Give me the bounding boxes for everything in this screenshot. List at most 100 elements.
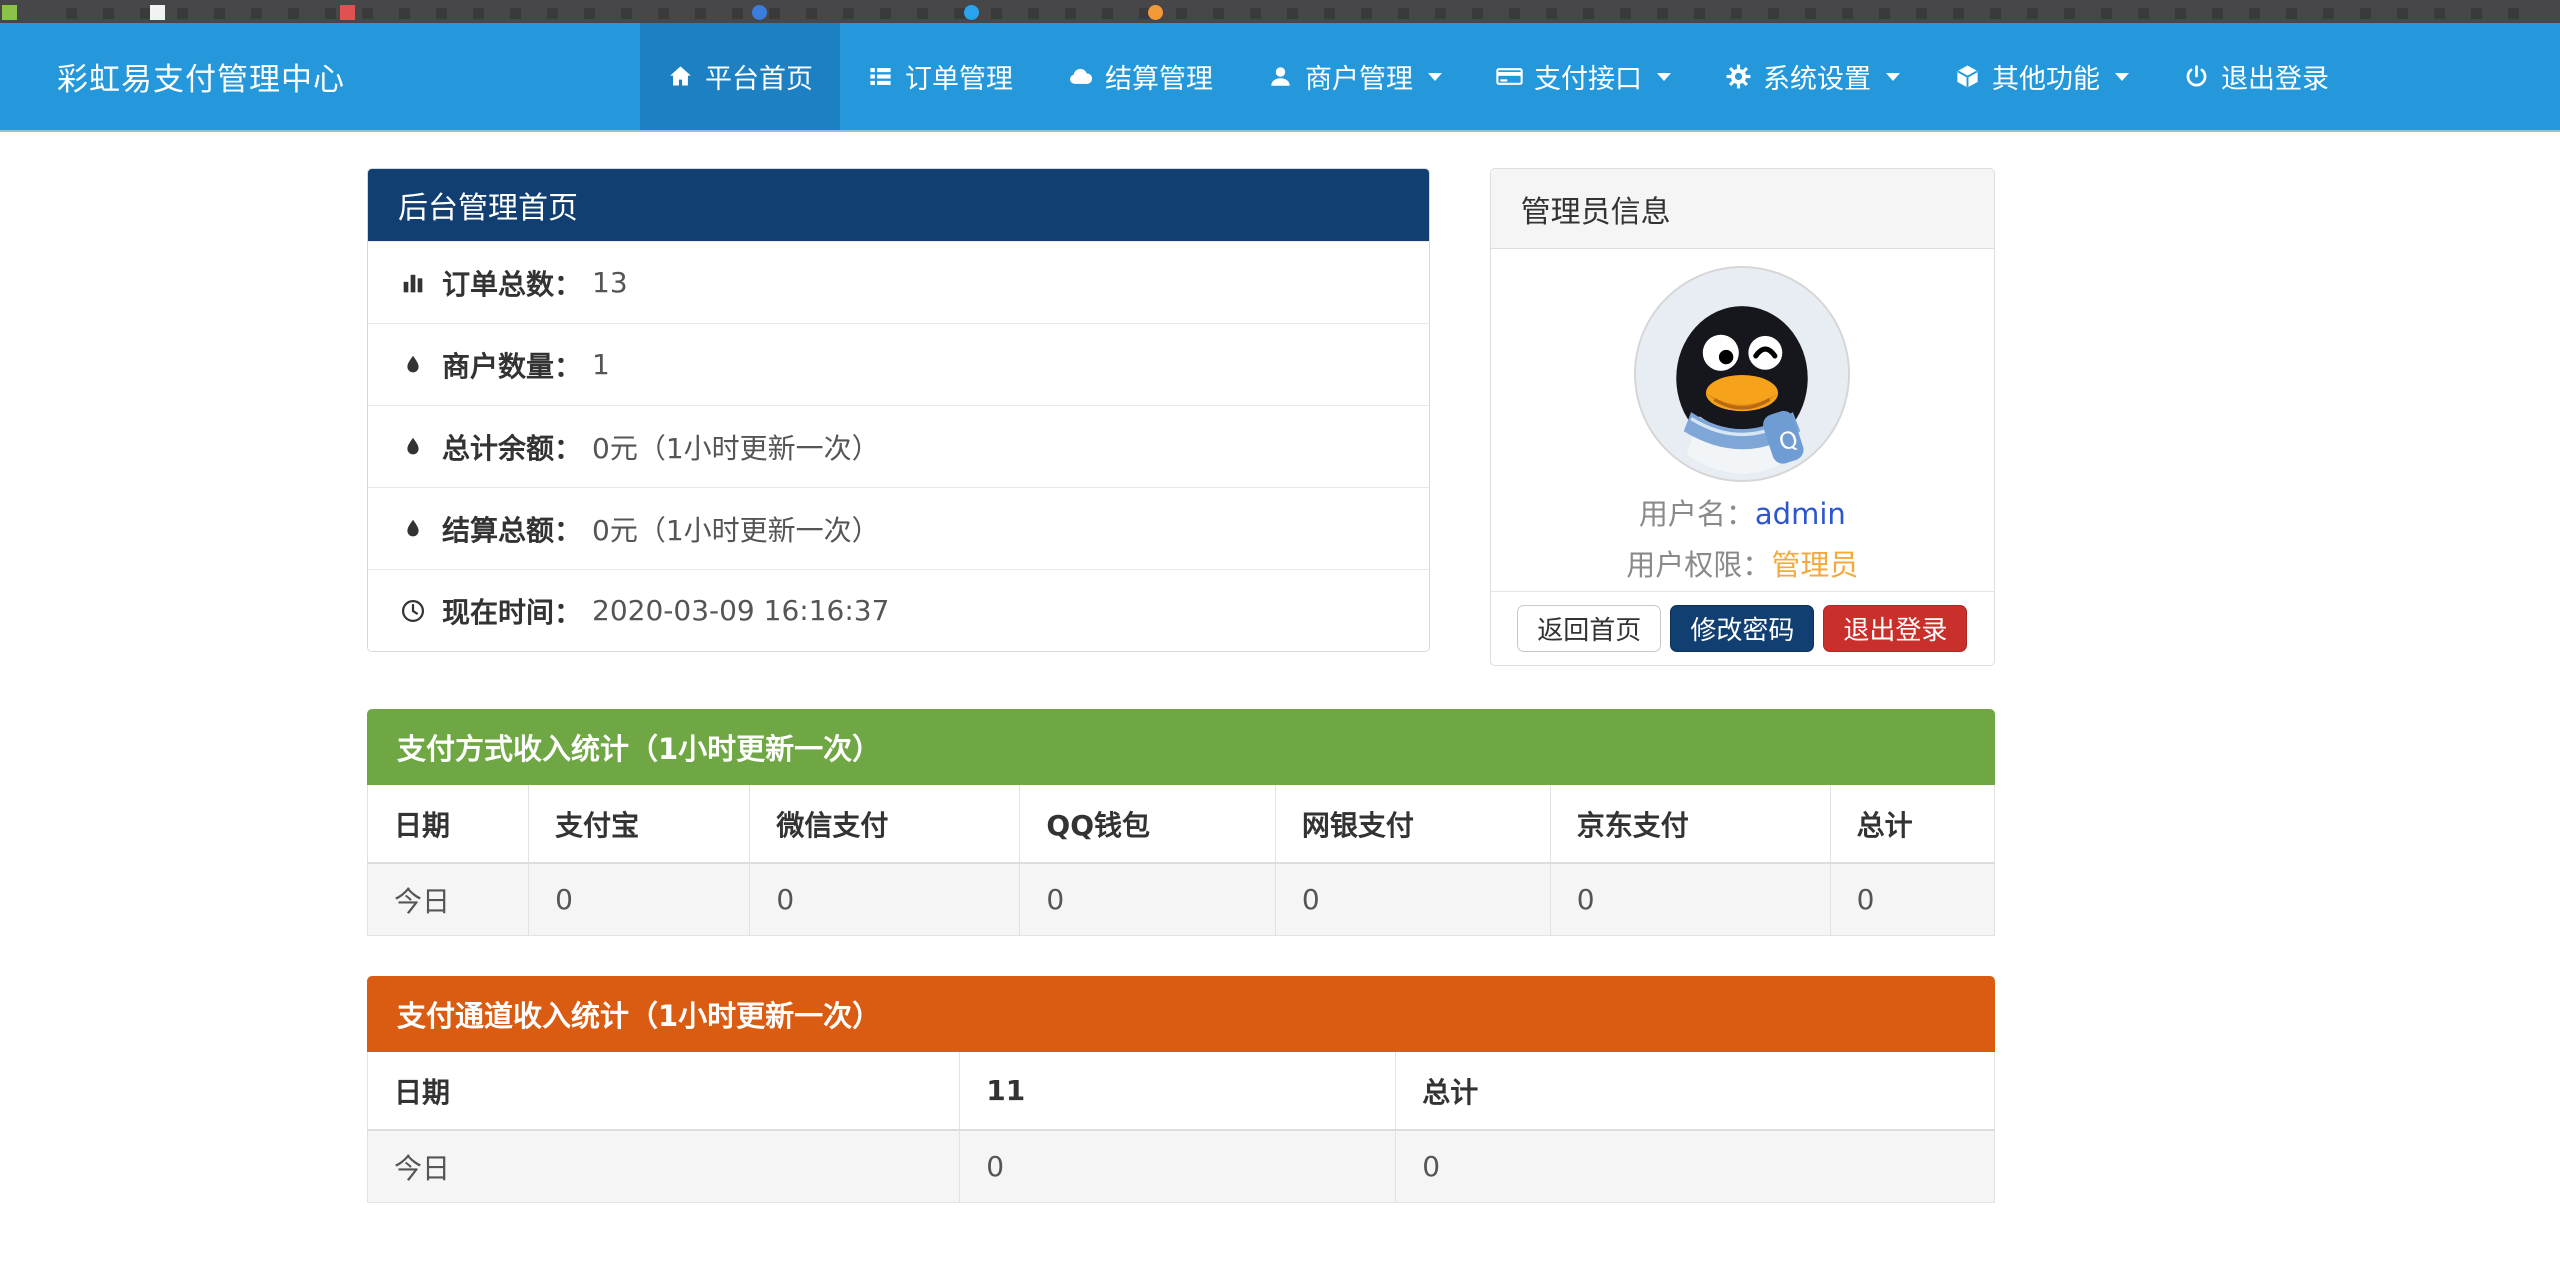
browser-strip — [0, 0, 2560, 23]
nav-item-platform-home[interactable]: 平台首页 — [640, 23, 840, 130]
table-row: 今日 0 0 — [368, 1130, 1995, 1203]
change-password-button[interactable]: 修改密码 — [1670, 605, 1814, 652]
table-header-cell: 京东支付 — [1550, 785, 1830, 863]
main-nav: 平台首页 订单管理 结算管理 商户管理 支付接口 系统设置 其他功能 — [640, 23, 2356, 130]
username-line: 用户名：admin — [1491, 491, 1994, 533]
favicon — [340, 5, 355, 20]
logout-button[interactable]: 退出登录 — [1823, 605, 1967, 652]
stat-value: 1 — [592, 348, 610, 381]
stat-row-current-time: 现在时间： 2020-03-09 16:16:37 — [368, 569, 1429, 651]
credit-card-icon — [1496, 63, 1523, 90]
table-cell: 0 — [1830, 863, 1994, 936]
stat-value: 0元（1小时更新一次） — [592, 509, 880, 549]
droplet-icon — [398, 351, 428, 379]
favicon — [2, 5, 17, 20]
table-header-cell: 支付宝 — [529, 785, 750, 863]
table-header-cell: 11 — [960, 1052, 1396, 1130]
user-icon — [1267, 63, 1294, 90]
role-line: 用户权限：管理员 — [1491, 542, 1994, 584]
list-icon — [867, 63, 894, 90]
table-cell: 0 — [1396, 1130, 1995, 1203]
back-home-button[interactable]: 返回首页 — [1517, 605, 1661, 652]
stat-label: 订单总数： — [442, 263, 582, 303]
favicon — [752, 5, 767, 20]
chevron-down-icon — [1428, 73, 1442, 81]
pay-channel-stats-title: 支付通道收入统计（1小时更新一次） — [367, 976, 1995, 1052]
droplet-icon — [398, 433, 428, 461]
nav-item-system-settings[interactable]: 系统设置 — [1698, 23, 1927, 130]
username-link[interactable]: admin — [1755, 497, 1846, 531]
stat-row-order-total: 订单总数： 13 — [368, 241, 1429, 323]
nav-item-label: 平台首页 — [705, 57, 813, 96]
stat-label: 商户数量： — [442, 345, 582, 385]
nav-item-label: 结算管理 — [1105, 57, 1213, 96]
chevron-down-icon — [2115, 73, 2129, 81]
favicon — [150, 5, 165, 20]
table-cell: 0 — [750, 863, 1020, 936]
stat-row-total-balance: 总计余额： 0元（1小时更新一次） — [368, 405, 1429, 487]
stat-label: 现在时间： — [442, 591, 582, 631]
cube-icon — [1954, 63, 1981, 90]
cloud-icon — [1067, 63, 1094, 90]
nav-item-logout[interactable]: 退出登录 — [2156, 23, 2356, 130]
table-header-cell: 总计 — [1396, 1052, 1995, 1130]
table-cell: 0 — [529, 863, 750, 936]
table-header-cell: 日期 — [368, 1052, 960, 1130]
stat-label: 总计余额： — [442, 427, 582, 467]
stat-value: 0元（1小时更新一次） — [592, 427, 880, 467]
navbar: 彩虹易支付管理中心 平台首页 订单管理 结算管理 商户管理 支付接口 系统设置 — [0, 23, 2560, 132]
pay-channel-stats-table: 日期 11 总计 今日 0 0 — [367, 1052, 1995, 1203]
dashboard-panel-title: 后台管理首页 — [368, 169, 1429, 241]
qq-penguin-avatar: Q — [1634, 266, 1850, 482]
table-cell: 今日 — [368, 1130, 960, 1203]
nav-item-merchant-management[interactable]: 商户管理 — [1240, 23, 1469, 130]
admin-panel-title: 管理员信息 — [1491, 169, 1994, 249]
table-header-row: 日期 11 总计 — [368, 1052, 1995, 1130]
pay-method-stats-title: 支付方式收入统计（1小时更新一次） — [367, 709, 1995, 785]
table-header-cell: 日期 — [368, 785, 529, 863]
nav-item-other-functions[interactable]: 其他功能 — [1927, 23, 2156, 130]
chevron-down-icon — [1886, 73, 1900, 81]
gear-icon — [1725, 63, 1752, 90]
pay-method-stats-table: 日期 支付宝 微信支付 QQ钱包 网银支付 京东支付 总计 今日 0 0 0 0… — [367, 785, 1995, 936]
stat-row-merchant-count: 商户数量： 1 — [368, 323, 1429, 405]
table-cell: 今日 — [368, 863, 529, 936]
table-cell: 0 — [1550, 863, 1830, 936]
nav-item-label: 退出登录 — [2221, 57, 2329, 96]
stat-value: 2020-03-09 16:16:37 — [592, 594, 889, 627]
nav-item-label: 系统设置 — [1763, 57, 1871, 96]
power-icon — [2183, 63, 2210, 90]
home-icon — [667, 63, 694, 90]
stat-row-settlement-total: 结算总额： 0元（1小时更新一次） — [368, 487, 1429, 569]
nav-item-label: 订单管理 — [905, 57, 1013, 96]
navbar-brand[interactable]: 彩虹易支付管理中心 — [57, 23, 345, 130]
nav-item-label: 其他功能 — [1992, 57, 2100, 96]
nav-item-label: 商户管理 — [1305, 57, 1413, 96]
table-header-cell: QQ钱包 — [1020, 785, 1275, 863]
nav-item-label: 支付接口 — [1534, 57, 1642, 96]
table-header-cell: 网银支付 — [1275, 785, 1550, 863]
admin-panel: 管理员信息 Q — [1490, 168, 1995, 666]
bar-chart-icon — [398, 269, 428, 297]
table-cell: 0 — [1020, 863, 1275, 936]
stat-value: 13 — [592, 266, 628, 299]
role-badge: 管理员 — [1771, 548, 1858, 582]
admin-panel-footer: 返回首页 修改密码 退出登录 — [1491, 591, 1994, 665]
stat-label: 结算总额： — [442, 509, 582, 549]
nav-item-payment-interface[interactable]: 支付接口 — [1469, 23, 1698, 130]
nav-item-settlement-management[interactable]: 结算管理 — [1040, 23, 1240, 130]
pay-method-stats-panel: 支付方式收入统计（1小时更新一次） 日期 支付宝 微信支付 QQ钱包 网银支付 … — [367, 709, 1995, 936]
chevron-down-icon — [1657, 73, 1671, 81]
username-label: 用户名： — [1639, 497, 1755, 531]
clock-icon — [398, 597, 428, 625]
pay-channel-stats-panel: 支付通道收入统计（1小时更新一次） 日期 11 总计 今日 0 0 — [367, 976, 1995, 1203]
table-header-cell: 微信支付 — [750, 785, 1020, 863]
table-row: 今日 0 0 0 0 0 0 — [368, 863, 1995, 936]
droplet-icon — [398, 515, 428, 543]
role-label: 用户权限： — [1626, 548, 1771, 582]
nav-item-order-management[interactable]: 订单管理 — [840, 23, 1040, 130]
table-cell: 0 — [960, 1130, 1396, 1203]
table-header-row: 日期 支付宝 微信支付 QQ钱包 网银支付 京东支付 总计 — [368, 785, 1995, 863]
dashboard-panel: 后台管理首页 订单总数： 13 商户数量： 1 总计余额： 0元（1小时更新一次… — [367, 168, 1430, 652]
table-cell: 0 — [1275, 863, 1550, 936]
